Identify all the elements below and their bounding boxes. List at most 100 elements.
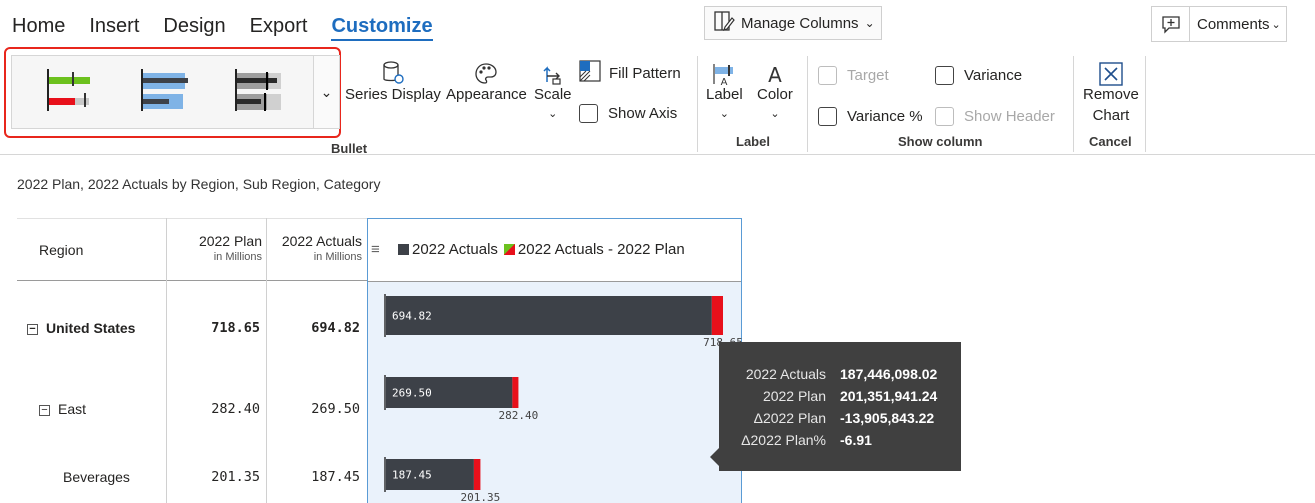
legend-label-actuals: 2022 Actuals <box>412 241 498 258</box>
checkbox-box[interactable] <box>818 107 837 126</box>
actuals-header[interactable]: 2022 Actuals in Millions <box>270 233 362 263</box>
bullet-style-bands-icon[interactable] <box>214 56 304 128</box>
plan-data-label: 282.40 <box>499 409 539 422</box>
chevron-down-icon: ⌄ <box>548 108 558 120</box>
comments-label: Comments <box>1197 15 1270 33</box>
appearance-button[interactable]: Appearance <box>446 56 527 103</box>
collapse-icon[interactable]: − <box>39 405 50 416</box>
checkbox-box <box>818 66 837 85</box>
checkbox-box[interactable] <box>579 104 598 123</box>
chart-label: Chart <box>1092 107 1130 124</box>
cancel-group-label: Cancel <box>1089 134 1132 149</box>
tab-export[interactable]: Export <box>250 13 308 41</box>
legend-swatch-variance <box>503 244 515 255</box>
variance-bar[interactable] <box>473 459 481 490</box>
variance-checkbox[interactable]: Variance <box>935 66 1022 85</box>
actual-bar[interactable] <box>386 296 712 335</box>
tooltip-row: 2022 Actuals 187,446,098.02 <box>719 366 961 388</box>
column-divider <box>266 218 267 503</box>
remove-chart-button[interactable]: Remove Chart <box>1083 56 1139 124</box>
plan-data-label: 201.35 <box>461 491 501 503</box>
comments-button[interactable]: Comments ⌄ <box>1151 6 1287 42</box>
data-tooltip: 2022 Actuals 187,446,098.02 2022 Plan 20… <box>710 342 961 471</box>
tooltip-row: Δ2022 Plan% -6.91 <box>719 432 961 454</box>
table-row[interactable]: Beverages <box>63 469 130 485</box>
table-row[interactable]: − East <box>39 401 86 417</box>
actual-data-label: 694.82 <box>392 310 432 323</box>
row-label: Beverages <box>63 469 130 485</box>
show-axis-checkbox[interactable]: Show Axis <box>579 104 677 123</box>
chart-legend: 2022 Actuals 2022 Actuals - 2022 Plan <box>398 241 691 258</box>
bullet-style-variance-icon[interactable] <box>24 56 114 128</box>
bullet-style-range-icon[interactable] <box>120 56 210 128</box>
plan-header[interactable]: 2022 Plan in Millions <box>170 233 262 263</box>
tooltip-pointer <box>710 448 719 466</box>
variance-bar[interactable] <box>512 377 519 408</box>
manage-columns-button[interactable]: Manage Columns ⌄ <box>704 6 882 40</box>
actuals-cell: 269.50 <box>311 401 360 417</box>
label-icon: A <box>711 56 737 86</box>
tab-design[interactable]: Design <box>163 13 225 41</box>
variance-percent-label: Variance % <box>847 108 923 125</box>
legend-swatch-actuals <box>398 244 409 255</box>
target-checkbox: Target <box>818 66 889 85</box>
row-label: East <box>58 401 87 417</box>
chart-header: ≡ 2022 Actuals 2022 Actuals - 2022 Plan <box>368 219 741 282</box>
tooltip-row: 2022 Plan 201,351,941.24 <box>719 388 961 410</box>
fill-pattern-label: Fill Pattern <box>609 64 681 82</box>
scale-label: Scale <box>534 86 572 103</box>
group-divider <box>697 56 698 152</box>
group-divider <box>1145 56 1146 152</box>
plan-cell: 282.40 <box>211 401 260 417</box>
tooltip-value: 201,351,941.24 <box>840 388 938 404</box>
chevron-down-icon: ⌄ <box>864 16 875 30</box>
ribbon-tabs: Home Insert Design Export Customize <box>12 13 457 41</box>
series-display-icon <box>381 56 405 86</box>
series-display-button[interactable]: Series Display <box>345 56 441 103</box>
gallery-expand-button[interactable]: ⌄ <box>314 55 340 129</box>
target-label: Target <box>847 67 889 84</box>
fill-pattern-button[interactable]: Fill Pattern <box>579 60 681 86</box>
variance-bar[interactable] <box>711 296 723 335</box>
chevron-down-icon: ⌄ <box>719 108 729 120</box>
row-label: United States <box>46 320 136 336</box>
legend-label-variance: 2022 Actuals - 2022 Plan <box>517 241 685 258</box>
collapse-icon[interactable]: − <box>27 324 38 335</box>
group-divider <box>807 56 808 152</box>
tab-insert[interactable]: Insert <box>89 13 139 41</box>
plan-cell: 718.65 <box>211 320 260 336</box>
bullet-style-gallery <box>11 55 314 129</box>
table-row[interactable]: − United States <box>27 320 135 336</box>
bullet-chart: 694.82718.65269.50282.40187.45201.35 <box>384 294 742 503</box>
tooltip-value: -6.91 <box>840 432 872 448</box>
region-header[interactable]: Region <box>39 242 83 258</box>
tooltip-value: 187,446,098.02 <box>840 366 938 382</box>
plan-header-unit: in Millions <box>213 251 262 263</box>
group-divider <box>1073 56 1074 152</box>
color-button[interactable]: A Color ⌄ <box>757 56 793 120</box>
checkbox-box[interactable] <box>935 66 954 85</box>
tab-home[interactable]: Home <box>12 13 65 41</box>
tab-customize[interactable]: Customize <box>331 13 433 41</box>
chevron-down-icon: ⌄ <box>1271 18 1281 31</box>
scale-button[interactable]: Scale ⌄ <box>534 56 572 120</box>
ribbon: Home Insert Design Export Customize Mana… <box>0 0 1315 156</box>
show-axis-label: Show Axis <box>608 105 678 122</box>
svg-text:A: A <box>721 77 728 86</box>
show-header-checkbox: Show Header <box>935 107 1055 126</box>
tooltip-key: 2022 Actuals <box>745 366 826 382</box>
label-group-label: Label <box>736 134 770 149</box>
tooltip-key: 2022 Plan <box>762 388 826 404</box>
close-icon <box>1099 56 1123 86</box>
legend-item-actuals[interactable]: 2022 Actuals <box>398 241 498 258</box>
label-button[interactable]: A Label ⌄ <box>706 56 743 120</box>
menu-icon[interactable]: ≡ <box>371 241 380 258</box>
actuals-cell: 694.82 <box>311 320 360 336</box>
fill-pattern-icon <box>579 60 601 86</box>
legend-item-variance[interactable]: 2022 Actuals - 2022 Plan <box>503 241 685 258</box>
color-label: Color <box>757 86 793 103</box>
manage-columns-icon <box>713 10 735 36</box>
add-comment-icon[interactable] <box>1152 7 1190 41</box>
variance-percent-checkbox[interactable]: Variance % <box>818 107 923 126</box>
checkbox-box <box>935 107 954 126</box>
